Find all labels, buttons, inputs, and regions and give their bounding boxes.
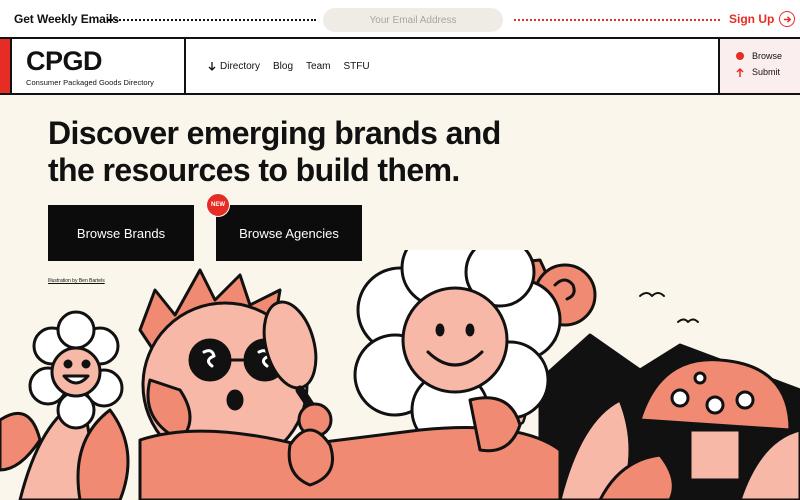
hero-title-line1: Discover emerging brands and — [48, 115, 501, 151]
arrow-up-icon — [736, 67, 744, 77]
red-dot-icon — [736, 52, 744, 60]
nav-stfu[interactable]: STFU — [343, 61, 369, 72]
browse-label: Browse — [752, 51, 783, 61]
nav-directory[interactable]: Directory — [208, 61, 260, 72]
new-badge: NEW — [206, 193, 230, 217]
hero-illustration — [0, 250, 800, 500]
hero-title: Discover emerging brands and the resourc… — [48, 115, 528, 189]
email-input[interactable] — [323, 8, 503, 32]
browse-link[interactable]: Browse — [736, 51, 800, 61]
sign-up-label: Sign Up — [729, 12, 775, 26]
arrow-down-icon — [208, 62, 216, 71]
dotted-divider-left — [108, 19, 316, 21]
site-header: CPGD Consumer Packaged Goods Directory D… — [0, 39, 800, 95]
logo-link[interactable]: CPGD Consumer Packaged Goods Directory — [12, 39, 186, 93]
sign-up-button[interactable]: Sign Up — [729, 11, 796, 27]
illustration-credit-link[interactable]: Illustration by Ben Bartels — [48, 278, 105, 284]
hero-title-line2: the resources to build them. — [48, 152, 460, 188]
accent-bar — [0, 39, 12, 93]
nav-directory-label: Directory — [220, 61, 261, 72]
arrow-right-circle-icon — [779, 11, 796, 27]
main-nav: Directory Blog Team STFU — [208, 61, 370, 72]
nav-team[interactable]: Team — [306, 61, 330, 72]
header-actions: Browse Submit — [718, 39, 800, 93]
submit-link[interactable]: Submit — [736, 67, 800, 77]
newsletter-label: Get Weekly Emails — [14, 12, 119, 26]
dotted-divider-right — [514, 19, 720, 21]
nav-blog[interactable]: Blog — [273, 61, 293, 72]
tagline: Consumer Packaged Goods Directory — [26, 78, 154, 87]
browse-brands-button[interactable]: Browse Brands — [48, 205, 194, 261]
submit-label: Submit — [752, 67, 781, 77]
newsletter-bar: Get Weekly Emails Sign Up — [0, 0, 800, 39]
browse-agencies-button[interactable]: Browse Agencies — [216, 205, 362, 261]
logo: CPGD — [26, 46, 103, 76]
